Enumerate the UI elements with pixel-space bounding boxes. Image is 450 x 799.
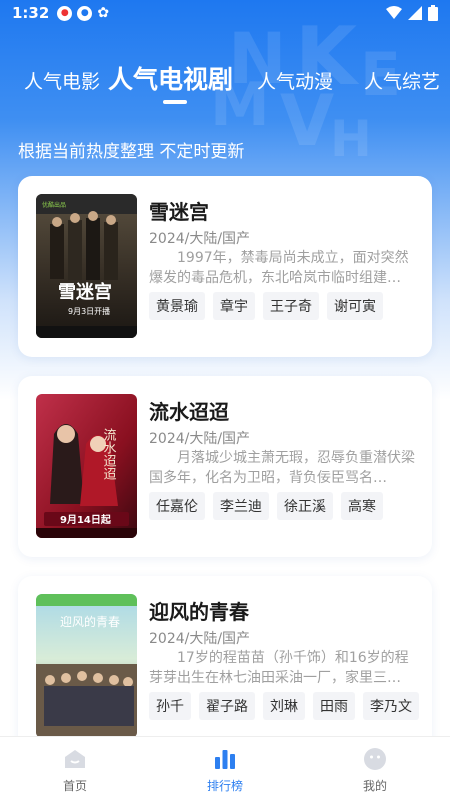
actor-tag: 徐正溪 <box>277 492 333 520</box>
ranking-icon <box>215 750 235 769</box>
actor-tag: 孙千 <box>149 692 191 720</box>
show-meta: 2024/大陆/国产 <box>149 631 251 647</box>
actor-list: 孙千 翟子路 刘琳 田雨 李乃文 <box>149 692 419 720</box>
actor-list: 黄景瑜 章宇 王子奇 谢可寅 <box>149 292 383 320</box>
nav-profile-label: 我的 <box>362 779 387 793</box>
ranking-card[interactable]: 迎风的青春 迎风的青春 2024/大陆/国产 17岁的程苗苗（孙千饰）和16岁的… <box>18 576 432 757</box>
show-title: 流水迢迢 <box>149 400 229 424</box>
actor-tag: 翟子路 <box>199 692 255 720</box>
status-bar: 1:32 ● ● ✿ <box>0 0 450 26</box>
nav-home-label: 首页 <box>62 779 87 793</box>
poster-image: 迎风的青春 <box>36 594 137 738</box>
wifi-icon <box>386 6 402 19</box>
actor-tag: 谢可寅 <box>327 292 383 320</box>
actor-tag: 刘琳 <box>263 692 305 720</box>
nav-ranking-label: 排行榜 <box>206 779 243 793</box>
actor-tag: 田雨 <box>313 692 355 720</box>
active-tab-indicator <box>163 100 187 104</box>
actor-tag: 任嘉伦 <box>149 492 205 520</box>
battery-icon <box>428 5 438 21</box>
tab-tv-series[interactable]: 人气电视剧 <box>108 60 233 96</box>
nav-ranking[interactable]: 排行榜 <box>150 737 300 799</box>
actor-tag: 黄景瑜 <box>149 292 205 320</box>
category-tabs: 人气电影 人气电视剧 人气动漫 人气综艺 <box>0 60 450 104</box>
show-description: 17岁的程苗苗（孙千饰）和16岁的程芽芽出生在林七油田采油一厂，家里三… <box>149 650 409 686</box>
tab-variety[interactable]: 人气综艺 <box>364 67 440 94</box>
show-meta: 2024/大陆/国产 <box>149 431 251 447</box>
poster-image: 优酷出品 雪迷宫 9月3日开播 <box>36 194 137 338</box>
show-description: 1997年，禁毒局尚未成立，面对突然爆发的毒品危机，东北哈岚市临时组建… <box>149 250 409 286</box>
bottom-navigation: 首页 排行榜 我的 <box>0 736 450 799</box>
bug-icon: ✿ <box>97 5 110 21</box>
actor-tag: 章宇 <box>213 292 255 320</box>
poster-title: 迎风的青春 <box>60 614 120 629</box>
actor-tag: 高寒 <box>341 492 383 520</box>
profile-icon <box>364 748 386 770</box>
ranking-card[interactable]: 流水迢迢 9月14日起 流水迢迢 2024/大陆/国产 月落城少城主萧无瑕，忍辱… <box>18 376 432 557</box>
app-notification-icon: ● <box>57 5 73 21</box>
show-description: 月落城少城主萧无瑕，忍辱负重潜伏梁国多年，化名为卫昭，背负佞臣骂名… <box>149 450 415 486</box>
signal-icon <box>408 6 422 20</box>
actor-tag: 李兰迪 <box>213 492 269 520</box>
app-notification-icon: ● <box>77 5 93 21</box>
poster-image: 流水迢迢 9月14日起 <box>36 394 137 538</box>
show-title: 迎风的青春 <box>149 600 249 624</box>
show-meta: 2024/大陆/国产 <box>149 231 251 247</box>
page-subtitle: 根据当前热度整理 不定时更新 <box>18 142 245 162</box>
actor-tag: 李乃文 <box>363 692 419 720</box>
status-time: 1:32 <box>12 4 50 22</box>
actor-list: 任嘉伦 李兰迪 徐正溪 高寒 <box>149 492 383 520</box>
poster-brand: 优酷出品 <box>42 201 66 209</box>
ranking-card[interactable]: 优酷出品 雪迷宫 9月3日开播 雪迷宫 2024/大陆/国产 1997年，禁毒局… <box>18 176 432 357</box>
actor-tag: 王子奇 <box>263 292 319 320</box>
poster-title: 流水迢迢 <box>101 428 117 481</box>
nav-profile[interactable]: 我的 <box>300 737 450 799</box>
poster-date: 9月3日开播 <box>68 306 110 316</box>
poster-title: 雪迷宫 <box>58 281 112 303</box>
poster-date: 9月14日起 <box>60 513 112 526</box>
nav-home[interactable]: 首页 <box>0 737 150 799</box>
tab-anime[interactable]: 人气动漫 <box>257 67 333 94</box>
home-icon <box>65 750 85 768</box>
tab-movies[interactable]: 人气电影 <box>24 67 100 94</box>
show-title: 雪迷宫 <box>149 200 209 224</box>
